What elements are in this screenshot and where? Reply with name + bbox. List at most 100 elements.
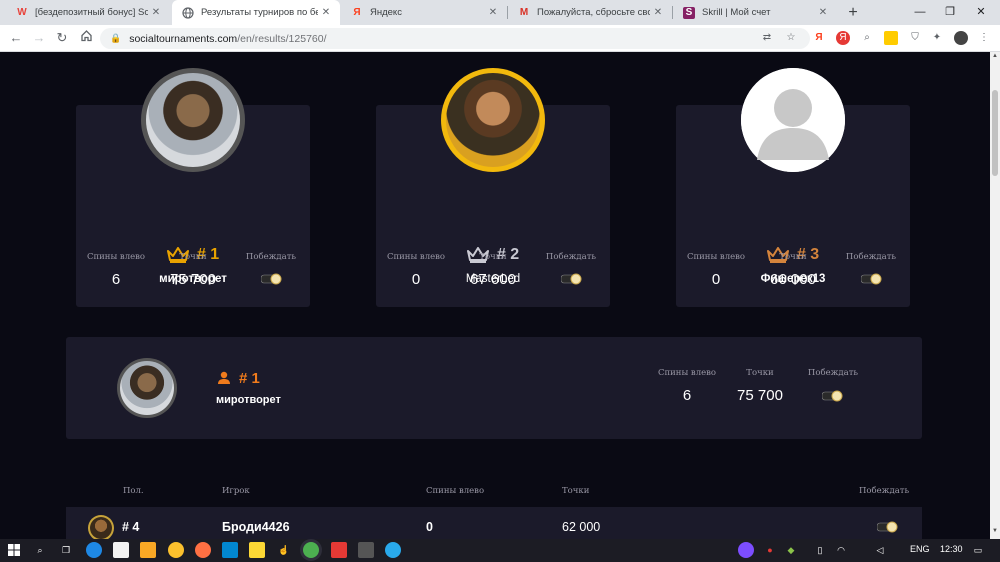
search-extension-icon[interactable]: ⌕ [860,31,874,45]
tab-social-bonus[interactable]: W [бездепозитный бонус] Social ✕ [6,0,170,25]
tab-title: Skrill | Мой счет [702,7,771,18]
player-avatar-image [90,517,112,539]
spins-left-label: Спины влево [86,252,146,262]
row-player-name[interactable]: Броди4426 [222,520,290,534]
win-label: Побеждать [807,368,859,378]
spins-left-value: 0 [411,271,421,288]
chat-app-icon[interactable] [168,542,184,558]
points-label: Точки [179,252,207,262]
player-avatar-image [446,73,540,167]
profile-avatar[interactable] [954,31,968,45]
row-points: 62 000 [562,520,601,534]
home-icon [80,30,92,42]
player-avatar-image [120,361,174,415]
reload-button[interactable]: ↻ [53,29,71,47]
points-value: 75 700 [737,387,783,404]
close-icon[interactable]: ✕ [148,7,164,18]
podium-card-3: # 3 Фишерек13 Спины влево Точки Побеждат… [676,68,910,307]
store-icon[interactable] [113,542,129,558]
close-icon[interactable]: ✕ [815,7,831,18]
game-icon[interactable] [358,542,374,558]
my-result-panel: # 1 миротворет Спины влево Точки Побежда… [66,337,922,439]
flag-extension-icon[interactable] [884,31,898,45]
puzzle-extensions-icon[interactable]: ✦ [930,31,944,45]
my-rank: # 1 [239,370,260,387]
gmail-favicon-icon: M [519,7,529,18]
search-icon[interactable]: ⌕ [32,542,48,558]
browser-tab-strip: W [бездепозитный бонус] Social ✕ Результ… [0,0,1000,25]
lock-icon[interactable]: 🔒 [110,33,121,44]
avatar[interactable] [141,68,245,172]
bookmark-star-icon[interactable]: ☆ [784,31,798,45]
tray-app-icon[interactable]: ● [762,542,778,558]
shield-extension-icon[interactable]: ⛉ [908,31,922,45]
maximize-button[interactable]: ❐ [935,0,965,25]
yandex-browser-icon[interactable] [331,542,347,558]
microphone-icon[interactable] [738,542,754,558]
menu-kebab-icon[interactable]: ⋮ [977,31,991,45]
tab-skrill[interactable]: S Skrill | Мой счет ✕ [673,0,837,25]
telegram-icon[interactable] [385,542,401,558]
spins-left-value: 6 [682,387,692,404]
podium-card-2: # 2 MasterLed Спины влево Точки Побеждат… [376,68,610,307]
tab-gmail[interactable]: M Пожалуйста, сбросьте свой п ✕ [508,0,672,25]
yandex-bar-icon[interactable]: Я [836,31,850,45]
col-header-spins-left: Спины влево [426,486,485,496]
back-button[interactable]: ← [7,29,25,47]
close-icon[interactable]: ✕ [650,7,666,18]
tab-yandex[interactable]: Я Яндекс ✕ [341,0,507,25]
avatar[interactable] [117,358,177,418]
win-label: Побеждать [845,252,897,262]
minimize-button[interactable]: — [905,0,935,25]
address-bar[interactable]: 🔒 socialtournaments.com/en/results/12576… [100,28,810,49]
mail-icon[interactable] [222,542,238,558]
scroll-thumb[interactable] [992,90,998,176]
url-text: socialtournaments.com/en/results/125760/ [129,32,327,45]
close-icon[interactable]: ✕ [485,7,501,18]
coin-prize-icon [261,273,282,285]
scroll-down-icon[interactable]: ▼ [990,528,1000,538]
media-player-icon[interactable] [140,542,156,558]
yandex-favicon-icon: Я [353,7,361,18]
wifi-icon[interactable]: ◠ [833,542,849,558]
tab-results[interactable]: Результаты турниров по бес ✕ [172,0,340,25]
nvidia-icon[interactable]: ◆ [783,542,799,558]
player-avatar-image [146,73,240,167]
volume-icon[interactable]: ◁ [872,542,888,558]
windows-start-icon[interactable] [6,542,22,558]
table-row: # 4 Броди4426 0 62 000 [66,507,922,539]
points-value: 67 600 [470,271,516,288]
spins-left-label: Спины влево [657,368,717,378]
notifications-icon[interactable]: ▭ [970,542,986,558]
page-scrollbar[interactable]: ▲ ▼ [990,52,1000,539]
close-window-button[interactable]: ✕ [966,0,996,25]
new-tab-button[interactable]: + [843,3,863,22]
close-icon[interactable]: ✕ [318,7,334,18]
pointer-app-icon[interactable]: ☝ [276,542,292,558]
avatar[interactable] [741,68,845,172]
scroll-up-icon[interactable]: ▲ [990,53,1000,63]
firefox-icon[interactable] [195,542,211,558]
tab-title: [бездепозитный бонус] Social [35,7,148,18]
yandex-extension-icon[interactable]: Я [812,31,826,45]
task-view-icon[interactable]: ❐ [58,542,74,558]
translate-icon[interactable]: ⇄ [760,31,774,45]
my-player-name[interactable]: миротворет [216,394,281,406]
skrill-favicon-icon: S [683,6,695,19]
edge-icon[interactable] [86,542,102,558]
avatar[interactable] [88,515,114,539]
avatar[interactable] [441,68,545,172]
spins-left-value: 0 [711,271,721,288]
w-favicon-icon: W [17,7,27,18]
language-indicator[interactable]: ENG [910,544,930,554]
home-button[interactable] [77,29,95,47]
col-header-win: Побеждать [859,486,910,496]
clock[interactable]: 12:30 [940,544,963,554]
battery-icon[interactable]: ▯ [812,542,828,558]
chrome-icon[interactable] [303,542,319,558]
points-label: Точки [479,252,507,262]
forward-button[interactable]: → [30,29,48,47]
folder-icon[interactable] [249,542,265,558]
col-header-pos: Пол. [123,486,144,496]
win-label: Побеждать [245,252,297,262]
